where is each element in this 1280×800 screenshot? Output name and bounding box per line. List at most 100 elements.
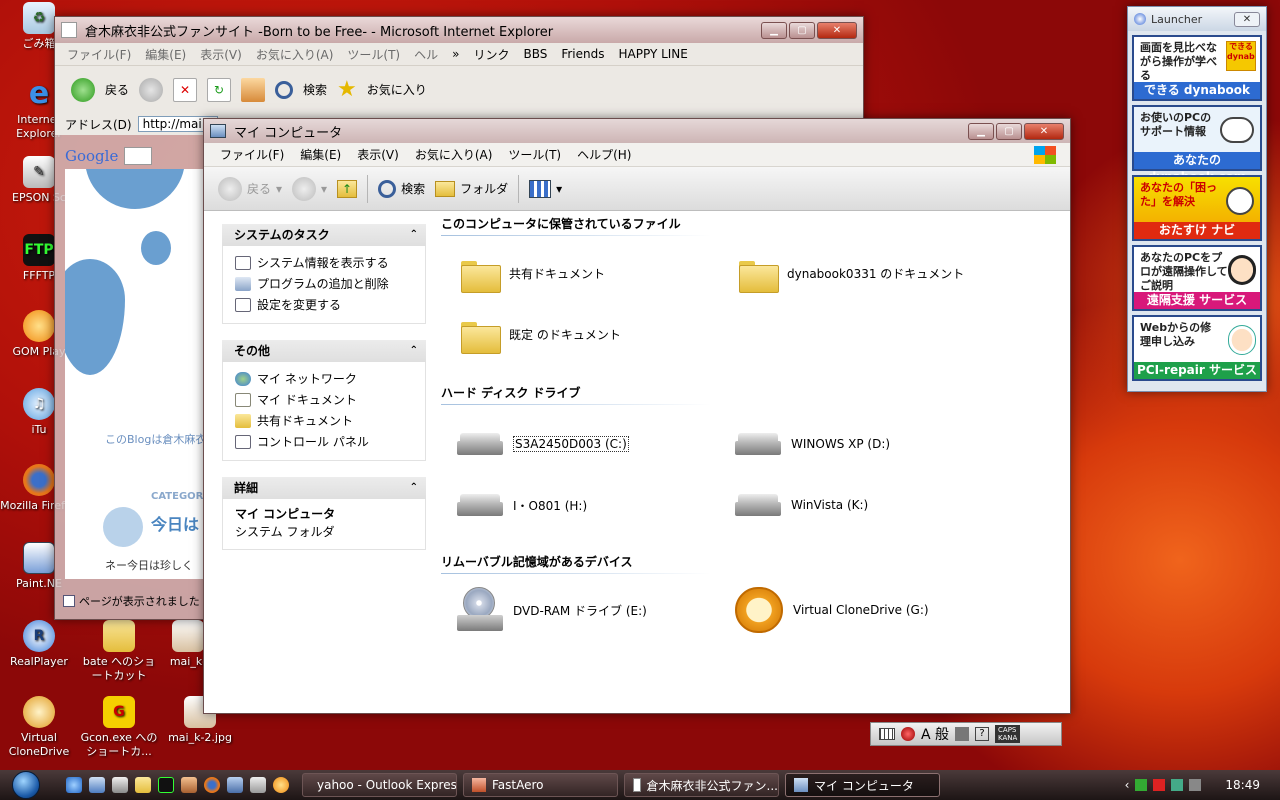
my-computer-window[interactable]: マイ コンピュータ ▁ ▢ ✕ ファイル(F) 編集(E) 表示(V) お気に入… bbox=[203, 118, 1071, 714]
link-friends[interactable]: Friends bbox=[561, 47, 604, 61]
collapse-chevron-icon[interactable]: ⌃ bbox=[410, 477, 418, 499]
minimize-button[interactable]: ▁ bbox=[968, 122, 994, 140]
start-button[interactable] bbox=[0, 770, 52, 800]
ie-back-label[interactable]: 戻る bbox=[105, 81, 129, 98]
drive-c[interactable]: S3A2450D003 (C:) bbox=[457, 431, 629, 457]
item-shared-documents[interactable]: 共有ドキュメント bbox=[461, 257, 605, 293]
back-arrow-icon[interactable] bbox=[71, 77, 95, 102]
input-mode[interactable]: A 般 bbox=[921, 724, 949, 744]
ffftp-icon[interactable] bbox=[158, 777, 174, 793]
launcher-card-remote[interactable]: あなたのPCをプロが遠隔操作してご説明 遠隔支援 サービス bbox=[1132, 245, 1262, 311]
launcher-window[interactable]: Launcher ✕ 画面を見比べながら操作が学べる できる dynabook … bbox=[1127, 6, 1267, 392]
tray-app-icon[interactable] bbox=[1135, 779, 1148, 791]
maximize-button[interactable]: ▢ bbox=[789, 21, 815, 39]
task-system-info[interactable]: システム情報を表示する bbox=[235, 252, 425, 273]
close-button[interactable]: ✕ bbox=[1024, 122, 1064, 140]
task-add-remove-programs[interactable]: プログラムの追加と削除 bbox=[235, 273, 425, 294]
stop-icon[interactable]: ✕ bbox=[173, 77, 198, 102]
tray-expand-icon[interactable]: ‹ bbox=[1125, 778, 1130, 792]
refresh-icon[interactable]: ↻ bbox=[207, 77, 232, 102]
launcher-card-support[interactable]: お使いのPCのサポート情報 あなたの dynabook.com bbox=[1132, 105, 1262, 184]
app-icon[interactable] bbox=[181, 777, 197, 793]
close-button[interactable]: ✕ bbox=[1234, 11, 1260, 27]
place-control-panel[interactable]: コントロール パネル bbox=[235, 431, 425, 452]
taskbar-button-outlook[interactable]: yahoo - Outlook Express bbox=[302, 773, 457, 797]
item-default-documents[interactable]: 既定 のドキュメント bbox=[461, 318, 621, 354]
tray-app-icon[interactable] bbox=[1153, 779, 1166, 791]
place-my-network[interactable]: マイ ネットワーク bbox=[235, 368, 425, 389]
panel-header[interactable]: その他 ⌃ bbox=[222, 340, 426, 362]
my-computer-titlebar[interactable]: マイ コンピュータ ▁ ▢ ✕ bbox=[204, 119, 1070, 143]
place-my-documents[interactable]: マイ ドキュメント bbox=[235, 389, 425, 410]
drive-h[interactable]: I・O801 (H:) bbox=[457, 492, 587, 518]
favorites-star-icon[interactable]: ★ bbox=[337, 77, 357, 102]
panel-header[interactable]: 詳細 ⌃ bbox=[222, 477, 426, 499]
menu-edit[interactable]: 編集(E) bbox=[300, 146, 341, 163]
forward-button[interactable]: ▾ bbox=[292, 176, 327, 201]
ie-menu-edit[interactable]: 編集(E) bbox=[145, 46, 186, 63]
maximize-button[interactable]: ▢ bbox=[996, 122, 1022, 140]
keyboard-icon[interactable] bbox=[879, 728, 895, 740]
ie-menu-file[interactable]: ファイル(F) bbox=[67, 46, 131, 63]
back-button[interactable]: 戻る ▾ bbox=[218, 176, 282, 201]
launcher-card-dekiru[interactable]: 画面を見比べながら操作が学べる できる dynabook できる dynaboo… bbox=[1132, 35, 1262, 101]
menu-view[interactable]: 表示(V) bbox=[357, 146, 399, 163]
google-search-input[interactable] bbox=[124, 147, 153, 165]
minimize-button[interactable]: ▁ bbox=[761, 21, 787, 39]
forward-arrow-icon[interactable] bbox=[139, 77, 164, 102]
app-icon[interactable] bbox=[250, 777, 266, 793]
ie-search-label[interactable]: 検索 bbox=[303, 81, 327, 98]
gom-icon[interactable] bbox=[273, 777, 289, 793]
task-change-settings[interactable]: 設定を変更する bbox=[235, 294, 425, 315]
ie-favorites-label[interactable]: お気に入り bbox=[367, 81, 427, 98]
search-button[interactable]: 検索 bbox=[378, 179, 425, 198]
ie-icon[interactable] bbox=[66, 777, 82, 793]
taskbar-button-fastaero[interactable]: FastAero bbox=[463, 773, 618, 797]
clock[interactable]: 18:49 bbox=[1225, 778, 1260, 792]
drive-k[interactable]: WinVista (K:) bbox=[735, 492, 868, 518]
launcher-titlebar[interactable]: Launcher ✕ bbox=[1128, 7, 1266, 31]
item-dynabook-documents[interactable]: dynabook0331 のドキュメント bbox=[739, 257, 964, 293]
home-icon[interactable] bbox=[241, 77, 266, 102]
drive-e-dvd[interactable]: DVD-RAM ドライブ (E:) bbox=[457, 587, 647, 633]
help-icon[interactable]: ? bbox=[975, 727, 990, 741]
menu-favorites[interactable]: お気に入り(A) bbox=[415, 146, 493, 163]
ime-pad-icon[interactable] bbox=[955, 727, 970, 741]
up-folder-button[interactable]: ↑ bbox=[337, 179, 358, 198]
ie-menu-help[interactable]: ヘル bbox=[414, 46, 438, 63]
folder-icon[interactable] bbox=[135, 777, 151, 793]
collapse-chevron-icon[interactable]: ⌃ bbox=[410, 340, 418, 362]
ie-menu-view[interactable]: 表示(V) bbox=[200, 46, 242, 63]
desktop-icon-gcon-shortcut[interactable]: G Gcon.exe へのショートカ... bbox=[80, 696, 158, 759]
app-icon[interactable] bbox=[227, 777, 243, 793]
media-player-icon[interactable] bbox=[112, 777, 128, 793]
views-button[interactable]: ▾ bbox=[529, 179, 562, 198]
chevron-icon[interactable]: » bbox=[452, 47, 459, 61]
menu-file[interactable]: ファイル(F) bbox=[220, 146, 284, 163]
tray-app-icon[interactable] bbox=[1171, 779, 1184, 791]
taskbar-button-ie[interactable]: 倉木麻衣非公式ファン... bbox=[624, 773, 779, 797]
desktop-icon-clonedrive[interactable]: Virtual CloneDrive bbox=[0, 696, 78, 759]
desktop-icon-bate-shortcut[interactable]: bate へのショートカット bbox=[80, 620, 158, 683]
drive-d[interactable]: WINOWS XP (D:) bbox=[735, 431, 890, 457]
desktop-icon-realplayer[interactable]: R RealPlayer bbox=[0, 620, 78, 669]
menu-tools[interactable]: ツール(T) bbox=[508, 146, 561, 163]
panel-header[interactable]: システムのタスク ⌃ bbox=[222, 224, 426, 246]
close-button[interactable]: ✕ bbox=[817, 21, 857, 39]
tray-app-icon[interactable] bbox=[1189, 779, 1202, 791]
launcher-card-otasuke[interactable]: あなたの「困った」を解決 おたすけ ナビ bbox=[1132, 175, 1262, 241]
drive-g-clonedrive[interactable]: Virtual CloneDrive (G:) bbox=[735, 587, 929, 633]
taskbar-button-my-computer[interactable]: マイ コンピュータ bbox=[785, 773, 940, 797]
ie-menu-favorites[interactable]: お気に入り(A) bbox=[256, 46, 334, 63]
ie-titlebar[interactable]: 倉木麻衣非公式ファンサイト -Born to be Free- - Micros… bbox=[55, 17, 863, 43]
place-shared-documents[interactable]: 共有ドキュメント bbox=[235, 410, 425, 431]
ie-menu-tools[interactable]: ツール(T) bbox=[347, 46, 400, 63]
link-happy-line[interactable]: HAPPY LINE bbox=[619, 47, 688, 61]
collapse-chevron-icon[interactable]: ⌃ bbox=[410, 224, 418, 246]
launcher-card-repair[interactable]: Webからの修理申し込み PCI-repair サービス bbox=[1132, 315, 1262, 381]
outlook-icon[interactable] bbox=[89, 777, 105, 793]
link-bbs[interactable]: BBS bbox=[523, 47, 547, 61]
firefox-icon[interactable] bbox=[204, 777, 220, 793]
search-icon[interactable] bbox=[275, 80, 294, 99]
folders-button[interactable]: フォルダ bbox=[435, 180, 508, 197]
